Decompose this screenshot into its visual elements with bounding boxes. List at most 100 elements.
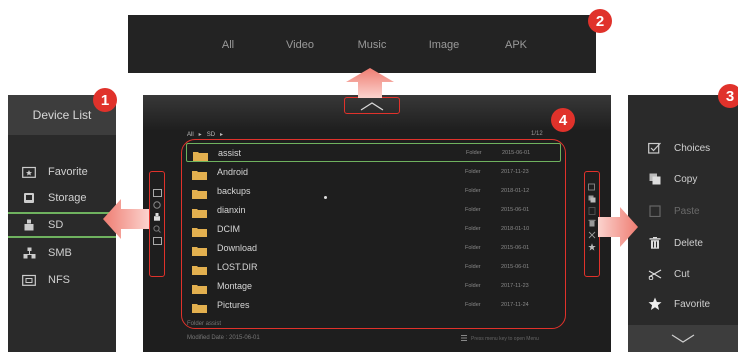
device-item-nfs[interactable]: NFS [8,267,116,293]
scroll-down-button[interactable] [628,325,738,352]
file-name: Pictures [217,299,250,310]
file-type: Folder [465,244,481,251]
device-list-panel: Device List Favorite Storage SD SMB NFS [8,95,116,352]
file-row[interactable]: Pictures Folder 2017-11-24 [186,295,561,314]
file-row[interactable]: LOST.DIR Folder 2015-06-01 [186,257,561,276]
menu-item-choices[interactable]: Choices [628,137,738,159]
file-type: Folder [465,225,481,232]
device-label: SD [48,219,64,231]
arrow-right-icon [598,207,638,247]
breadcrumb-sd[interactable]: SD [207,132,215,138]
file-row[interactable]: backups Folder 2018-01-12 [186,181,561,200]
callout-badge-3: 3 [718,84,738,108]
file-name: Download [217,242,258,253]
file-row[interactable]: Montage Folder 2017-11-23 [186,276,561,295]
selected-item-type: Folder assist [187,321,222,327]
network-icon[interactable] [152,224,162,234]
favorite-folder-icon [22,166,36,178]
file-type: Folder [465,168,481,175]
menu-item-cut[interactable]: Cut [628,263,738,285]
menu-key-icon [461,335,467,343]
breadcrumb: All ▸ SD ▸ [187,131,228,139]
page-indicator: 1/12 [531,131,543,137]
breadcrumb-separator: ▸ [198,132,202,138]
file-date: 2015-06-01 [502,149,531,156]
device-item-smb[interactable]: SMB [8,240,116,266]
device-label: Storage [48,192,87,204]
storage-icon [22,192,36,204]
menu-item-delete[interactable]: Delete [628,232,738,254]
file-name: backups [217,185,251,196]
trash-icon[interactable] [587,218,597,228]
device-item-sd[interactable]: SD [8,212,116,238]
network-icon [22,247,36,259]
callout-badge-4: 4 [551,108,575,132]
tab-all[interactable]: All [192,31,264,59]
file-name: Android [217,166,249,177]
folder-icon [193,148,208,161]
favorite-folder-icon[interactable] [152,188,162,198]
device-label: Favorite [48,166,88,178]
category-tab-bar: All Video Music Image APK [128,15,596,73]
file-row[interactable]: dianxin Folder 2015-06-01 [186,200,561,219]
paste-icon[interactable] [587,206,597,216]
chevron-up-icon [360,101,384,111]
sd-card-icon [22,219,36,231]
file-row[interactable]: Android Folder 2017-11-23 [186,162,561,181]
file-date: 2017-11-24 [501,301,529,308]
callout-badge-2: 2 [588,9,612,33]
folder-icon [192,224,207,237]
device-item-storage[interactable]: Storage [8,185,116,211]
file-row[interactable]: assist Folder 2015-06-01 [186,143,561,162]
arrow-left-icon [103,199,149,239]
copy-icon[interactable] [587,194,597,204]
file-type: Folder [465,206,481,213]
menu-item-favorite[interactable]: Favorite [628,293,738,315]
file-date: 2015-06-01 [501,263,530,270]
menu-label: Paste [674,205,700,217]
chevron-down-icon [671,334,695,343]
scissors-icon [648,267,662,281]
category-tabs: All Video Music Image APK [192,31,552,59]
tab-video[interactable]: Video [264,31,336,59]
device-item-favorite[interactable]: Favorite [8,159,116,185]
menu-label: Favorite [674,298,711,310]
menu-label: Delete [674,237,703,249]
selected-item-date: Modified Date : 2015-06-01 [187,335,260,341]
sd-card-icon[interactable] [152,212,162,222]
breadcrumb-root[interactable]: All [187,132,194,138]
file-browser-panel: All ▸ SD ▸ 1/12 assist Folder 2015-06-01… [143,95,611,352]
trash-icon [648,236,662,250]
file-date: 2018-01-12 [501,187,530,194]
folder-icon [192,167,207,180]
file-type: Folder [465,301,481,308]
nfs-folder-icon[interactable] [152,236,162,246]
folder-icon [192,262,207,275]
file-type: Folder [465,187,481,194]
file-row[interactable]: DCIM Folder 2018-01-10 [186,219,561,238]
menu-hint: Press menu key to open Menu [461,335,539,343]
file-date: 2017-11-23 [501,168,529,175]
checkbox-icon[interactable] [587,182,597,192]
scissors-icon[interactable] [587,230,597,240]
menu-item-copy[interactable]: Copy [628,168,738,190]
folder-icon [192,205,207,218]
cursor-dot [324,196,327,199]
device-label: SMB [48,247,72,259]
tab-apk[interactable]: APK [480,31,552,59]
nfs-folder-icon [22,274,36,286]
file-date: 2015-06-01 [501,244,530,251]
menu-item-paste[interactable]: Paste [628,200,738,222]
collapse-up-button[interactable] [344,97,400,114]
file-date: 2017-11-23 [501,282,529,289]
tab-music[interactable]: Music [336,31,408,59]
menu-label: Cut [674,268,690,280]
storage-icon[interactable] [152,200,162,210]
folder-icon [192,281,207,294]
tab-image[interactable]: Image [408,31,480,59]
file-type: Folder [465,282,481,289]
file-type: Folder [465,263,481,270]
star-icon[interactable] [587,242,597,252]
checkbox-icon [648,141,662,155]
file-row[interactable]: Download Folder 2015-06-01 [186,238,561,257]
